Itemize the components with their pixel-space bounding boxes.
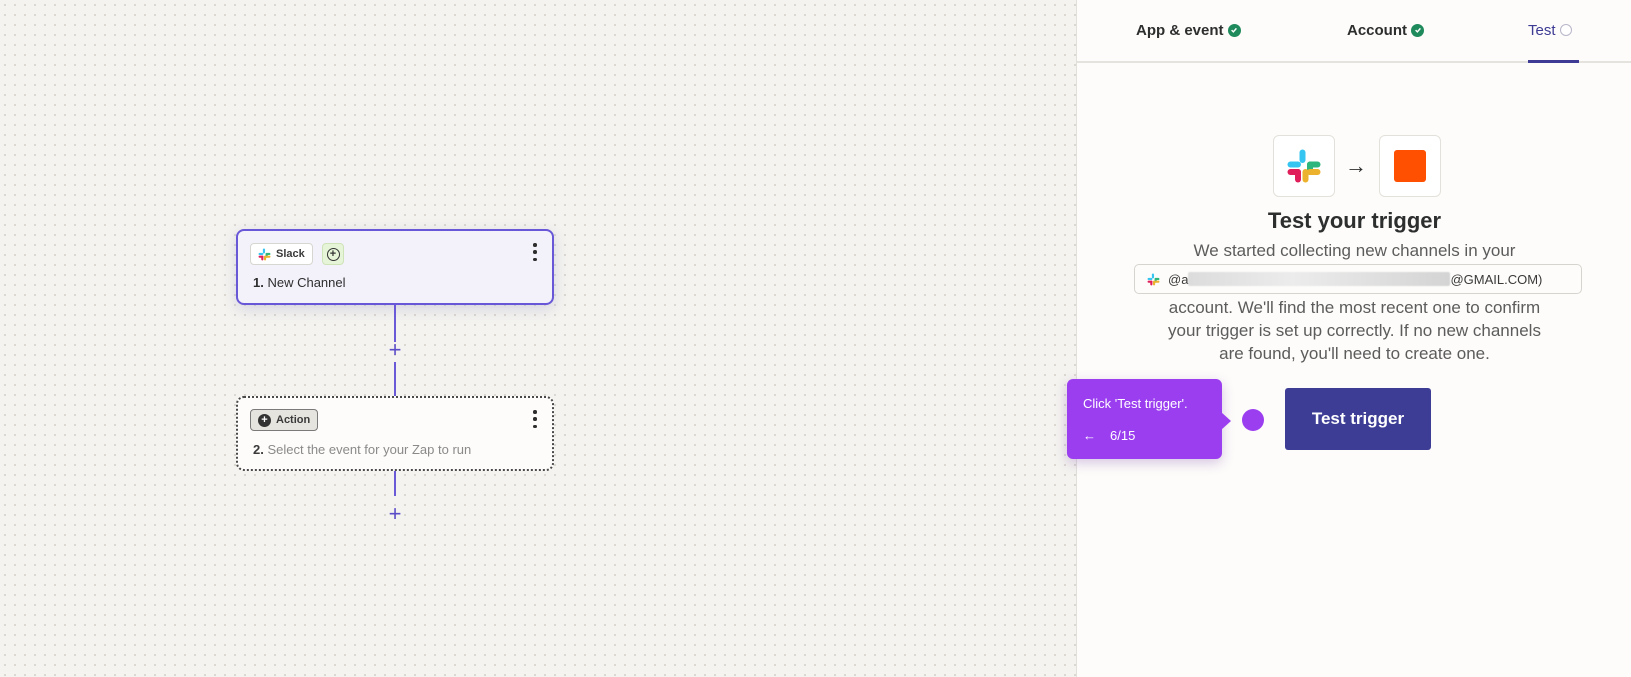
- slack-logo-icon: [1147, 273, 1160, 285]
- zap-canvas[interactable]: Slack + 1. New Channel + + Action 2. Sel…: [0, 0, 1076, 677]
- arrow-right-icon: →: [1345, 153, 1367, 178]
- plus-circle-icon: +: [258, 413, 271, 427]
- plus-circle-icon: +: [326, 247, 340, 261]
- check-circle-icon: [1411, 23, 1424, 37]
- check-circle-icon: [1227, 23, 1241, 37]
- action-step-card[interactable]: + Action 2. Select the event for your Za…: [236, 396, 554, 471]
- connected-account-pill: @a @GMAIL.COM): [1134, 264, 1582, 294]
- slack-logo-icon: [258, 248, 271, 260]
- tooltip-nav: ← 6/15: [1083, 428, 1135, 443]
- step-tabs: App & event Account Test: [1077, 0, 1631, 63]
- more-options-icon[interactable]: [532, 243, 538, 261]
- back-arrow-icon[interactable]: ←: [1083, 428, 1096, 443]
- account-name-end: @GMAIL.COM): [1450, 271, 1543, 287]
- action-app-chip: + Action: [250, 409, 319, 431]
- more-options-icon[interactable]: [532, 410, 538, 428]
- tab-label: Test: [1528, 21, 1556, 39]
- app-chip-label: Slack: [276, 248, 305, 260]
- step-name: New Channel: [267, 275, 346, 290]
- tab-account[interactable]: Account: [1347, 18, 1424, 42]
- zapier-logo-icon: [1394, 150, 1426, 182]
- trigger-indicator-badge: +: [322, 243, 344, 265]
- description-line: your trigger is set up correctly. If no …: [1168, 321, 1541, 340]
- add-step-button[interactable]: +: [385, 339, 405, 361]
- slack-logo-icon: [1287, 149, 1321, 183]
- tab-label: Account: [1347, 21, 1407, 39]
- add-step-button[interactable]: +: [385, 503, 405, 525]
- tab-test[interactable]: Test: [1528, 18, 1572, 42]
- tooltip-text: Click 'Test trigger'.: [1083, 396, 1188, 411]
- slack-app-logo: [1273, 135, 1335, 197]
- step-number: 1.: [253, 275, 264, 290]
- connector-line: [394, 471, 396, 496]
- description-line: are found, you'll need to create one.: [1219, 344, 1490, 363]
- test-trigger-button[interactable]: Test trigger: [1285, 388, 1431, 450]
- connector-line: [394, 362, 396, 396]
- account-name-start: @a: [1168, 271, 1189, 287]
- step-config-panel: App & event Account Test → Test your tri…: [1076, 0, 1631, 677]
- description-line: We started collecting new channels in yo…: [1193, 241, 1516, 260]
- zapier-app-logo: [1379, 135, 1441, 197]
- tab-app-event[interactable]: App & event: [1136, 18, 1241, 42]
- guide-tooltip: Click 'Test trigger'. ← 6/15: [1067, 379, 1231, 459]
- app-chip-label: Action: [276, 414, 311, 426]
- trigger-step-card[interactable]: Slack + 1. New Channel: [236, 229, 554, 305]
- description-line: account. We'll find the most recent one …: [1168, 298, 1541, 317]
- slack-app-chip: Slack: [250, 243, 313, 265]
- step-title: 2. Select the event for your Zap to run: [253, 442, 471, 457]
- active-tab-indicator: [1528, 60, 1579, 63]
- empty-circle-icon: [1559, 24, 1572, 36]
- tab-label: App & event: [1136, 21, 1224, 39]
- step-name: Select the event for your Zap to run: [267, 442, 472, 457]
- panel-heading: Test your trigger: [1267, 208, 1442, 233]
- step-number: 2.: [253, 442, 264, 457]
- step-title: 1. New Channel: [253, 275, 346, 290]
- tooltip-progress: 6/15: [1110, 428, 1136, 443]
- redacted-account-text: [1188, 272, 1451, 286]
- guide-hotspot-dot[interactable]: [1242, 409, 1264, 431]
